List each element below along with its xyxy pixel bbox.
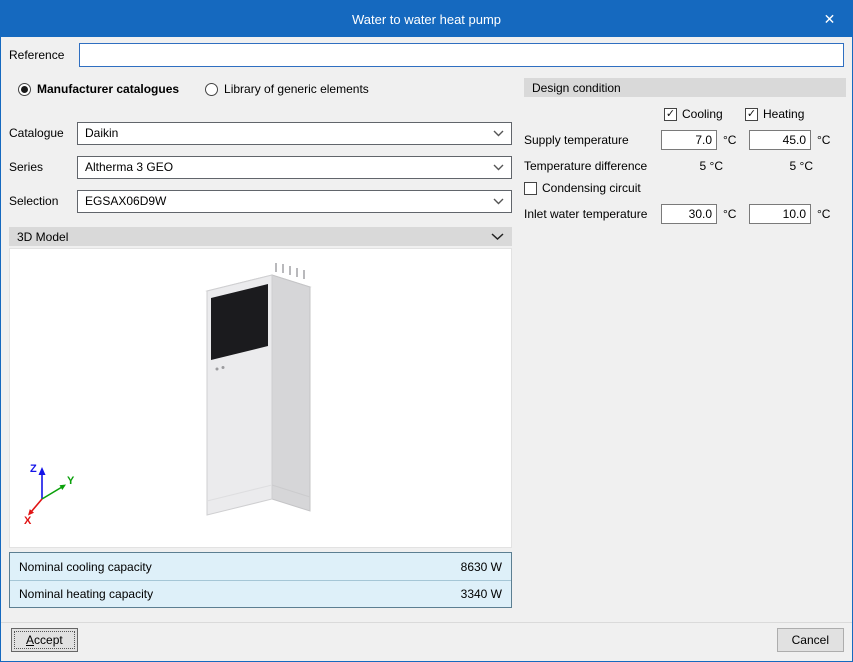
reference-row: Reference bbox=[9, 43, 844, 67]
condensing-circuit-label: Condensing circuit bbox=[542, 181, 641, 195]
close-icon[interactable]: ✕ bbox=[807, 1, 852, 37]
axis-z-label: Z bbox=[30, 463, 37, 475]
catalogue-row: Catalogue Daikin bbox=[9, 121, 512, 145]
accept-accelerator: A bbox=[26, 633, 35, 647]
design-condition-title: Design condition bbox=[532, 80, 621, 95]
supply-cooling-input[interactable] bbox=[661, 130, 717, 150]
capacity-table: Nominal cooling capacity 8630 W Nominal … bbox=[9, 552, 512, 608]
chevron-down-icon bbox=[493, 130, 504, 136]
radio-unselected-icon bbox=[205, 82, 219, 96]
library-generic-label: Library of generic elements bbox=[224, 82, 369, 96]
checkbox-checked-icon: ✓ bbox=[745, 107, 758, 121]
axis-triad-icon: Z Y X bbox=[24, 463, 75, 525]
series-label: Series bbox=[9, 160, 44, 174]
supply-cooling-unit: °C bbox=[723, 133, 737, 147]
inlet-water-temperature-label: Inlet water temperature bbox=[524, 207, 648, 221]
supply-heating-input[interactable] bbox=[749, 130, 811, 150]
supply-temperature-label: Supply temperature bbox=[524, 133, 629, 147]
inlet-heating-unit: °C bbox=[817, 207, 831, 221]
heat-pump-dialog: Water to water heat pump ✕ Reference Man… bbox=[0, 0, 853, 662]
condensing-circuit-checkbox[interactable]: Condensing circuit bbox=[524, 181, 641, 195]
catalogue-value: Daikin bbox=[85, 126, 119, 140]
temperature-difference-label: Temperature difference bbox=[524, 159, 648, 173]
radio-selected-icon bbox=[18, 82, 31, 96]
title-bar: Water to water heat pump ✕ bbox=[1, 1, 852, 37]
heating-checkbox[interactable]: ✓ Heating bbox=[745, 107, 804, 121]
tempdiff-heating-value: 5 °C bbox=[789, 159, 813, 173]
footer-divider bbox=[1, 622, 852, 623]
inlet-heating-input[interactable] bbox=[749, 204, 811, 224]
selection-label: Selection bbox=[9, 194, 59, 208]
table-row: Nominal heating capacity 3340 W bbox=[10, 580, 511, 607]
cooling-capacity-value: 8630 W bbox=[460, 559, 502, 574]
design-condition-header: Design condition bbox=[524, 78, 846, 97]
selection-value: EGSAX06D9W bbox=[85, 194, 167, 208]
model-section-header[interactable]: 3D Model bbox=[9, 227, 512, 246]
reference-input[interactable] bbox=[79, 43, 844, 67]
catalogue-select[interactable]: Daikin bbox=[77, 121, 512, 145]
table-row: Nominal cooling capacity 8630 W bbox=[10, 553, 511, 580]
chevron-down-icon bbox=[493, 164, 504, 170]
model-3d-viewport[interactable]: Z Y X bbox=[9, 248, 512, 548]
inlet-cooling-input[interactable] bbox=[661, 204, 717, 224]
window-title: Water to water heat pump bbox=[351, 11, 502, 27]
axis-x-label: X bbox=[24, 515, 32, 525]
radio-library-generic[interactable]: Library of generic elements bbox=[205, 82, 369, 96]
selection-row: Selection EGSAX06D9W bbox=[9, 189, 512, 213]
inlet-cooling-unit: °C bbox=[723, 207, 737, 221]
accept-button[interactable]: Accept bbox=[11, 628, 78, 652]
manufacturer-catalogues-label: Manufacturer catalogues bbox=[37, 82, 180, 96]
series-row: Series Altherma 3 GEO bbox=[9, 155, 512, 179]
heating-capacity-value: 3340 W bbox=[460, 587, 502, 601]
chevron-down-icon bbox=[493, 198, 504, 204]
series-value: Altherma 3 GEO bbox=[85, 160, 174, 174]
tempdiff-cooling-value: 5 °C bbox=[699, 159, 723, 173]
accept-label-rest: ccept bbox=[34, 633, 63, 647]
reference-label: Reference bbox=[9, 48, 65, 62]
supply-heating-unit: °C bbox=[817, 133, 831, 147]
catalogue-label: Catalogue bbox=[9, 126, 64, 140]
cooling-checkbox[interactable]: ✓ Cooling bbox=[664, 107, 723, 121]
axis-y-label: Y bbox=[67, 475, 75, 487]
cancel-button[interactable]: Cancel bbox=[776, 628, 844, 652]
cooling-capacity-label: Nominal cooling capacity bbox=[19, 559, 152, 574]
chevron-down-icon[interactable] bbox=[491, 232, 504, 241]
cooling-label: Cooling bbox=[682, 107, 723, 121]
checkbox-checked-icon: ✓ bbox=[664, 107, 677, 121]
design-condition-panel: Design condition ✓ Cooling ✓ Heating Sup… bbox=[524, 78, 846, 318]
model-section-title: 3D Model bbox=[17, 229, 69, 244]
heat-pump-3d-model bbox=[205, 263, 312, 516]
heating-capacity-label: Nominal heating capacity bbox=[19, 587, 154, 601]
radio-manufacturer-catalogues[interactable]: Manufacturer catalogues bbox=[18, 82, 179, 96]
heating-label: Heating bbox=[763, 107, 805, 121]
selection-select[interactable]: EGSAX06D9W bbox=[77, 189, 512, 213]
series-select[interactable]: Altherma 3 GEO bbox=[77, 155, 512, 179]
checkbox-unchecked-icon bbox=[524, 181, 537, 195]
catalog-source-options: Manufacturer catalogues Library of gener… bbox=[18, 81, 369, 97]
